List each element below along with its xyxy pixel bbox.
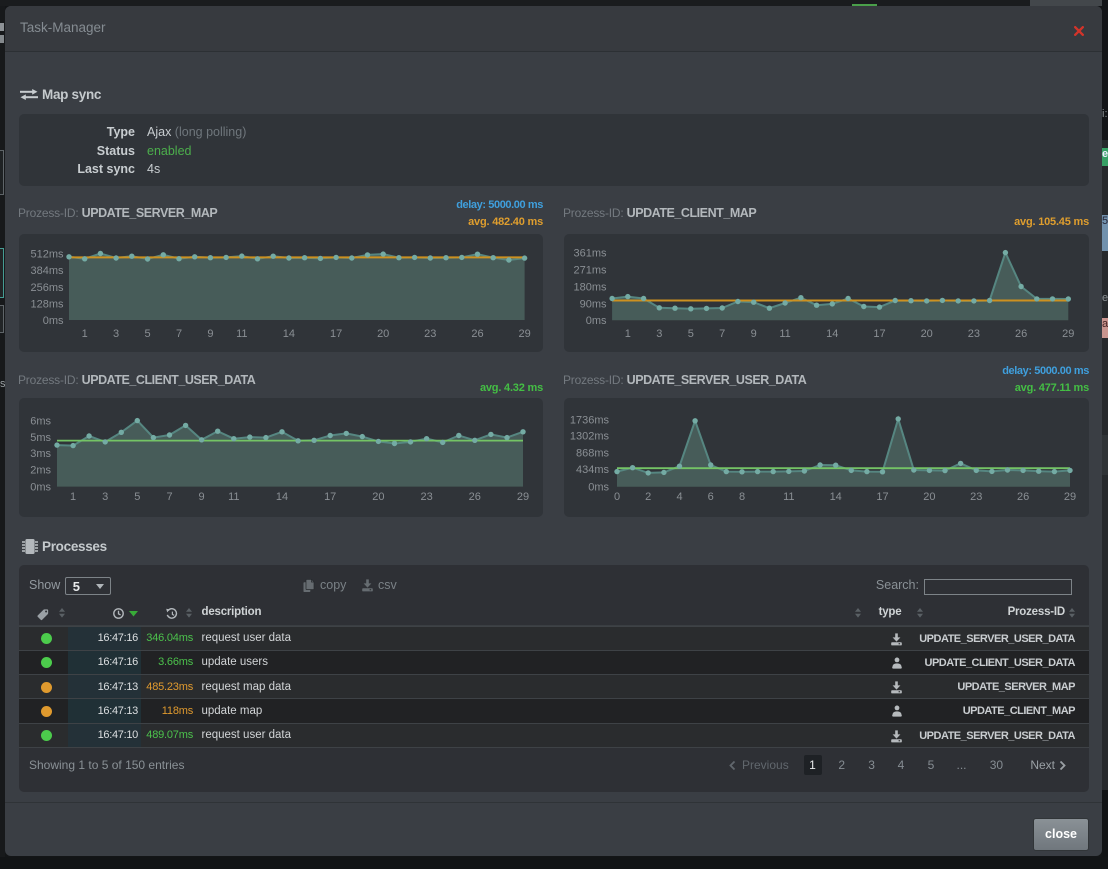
svg-text:1: 1 [70, 491, 76, 503]
svg-text:1302ms: 1302ms [570, 431, 610, 443]
svg-text:29: 29 [518, 328, 530, 340]
svg-text:14: 14 [830, 491, 842, 503]
svg-text:11: 11 [236, 328, 247, 340]
svg-text:20: 20 [923, 491, 935, 503]
svg-text:361ms: 361ms [573, 248, 607, 260]
svg-text:1736ms: 1736ms [570, 414, 610, 426]
svg-text:14: 14 [276, 491, 288, 503]
svg-text:9: 9 [751, 328, 757, 340]
svg-text:17: 17 [330, 328, 342, 340]
svg-text:384ms: 384ms [30, 265, 64, 277]
svg-text:3: 3 [102, 491, 108, 503]
svg-text:23: 23 [970, 491, 982, 503]
svg-text:7: 7 [719, 328, 725, 340]
svg-text:3: 3 [656, 328, 662, 340]
svg-text:128ms: 128ms [30, 298, 64, 310]
svg-text:26: 26 [469, 491, 481, 503]
svg-text:20: 20 [372, 491, 384, 503]
svg-text:23: 23 [424, 328, 436, 340]
svg-text:14: 14 [826, 328, 838, 340]
svg-text:5ms: 5ms [30, 432, 51, 444]
svg-text:29: 29 [1064, 491, 1076, 503]
svg-text:868ms: 868ms [576, 448, 610, 460]
svg-text:23: 23 [968, 328, 980, 340]
svg-text:7: 7 [176, 328, 182, 340]
svg-text:434ms: 434ms [576, 464, 610, 476]
svg-text:11: 11 [783, 491, 794, 503]
svg-text:3: 3 [113, 328, 119, 340]
svg-text:5: 5 [145, 328, 151, 340]
svg-text:512ms: 512ms [30, 249, 64, 261]
svg-text:20: 20 [921, 328, 933, 340]
svg-text:23: 23 [420, 491, 432, 503]
svg-text:1: 1 [82, 328, 88, 340]
svg-text:180ms: 180ms [573, 281, 607, 293]
svg-text:2: 2 [645, 491, 651, 503]
svg-text:9: 9 [207, 328, 213, 340]
svg-text:5: 5 [134, 491, 140, 503]
svg-text:0ms: 0ms [30, 482, 51, 494]
svg-text:29: 29 [517, 491, 529, 503]
svg-text:26: 26 [1015, 328, 1027, 340]
svg-text:1: 1 [625, 328, 631, 340]
svg-text:9: 9 [199, 491, 205, 503]
svg-text:6ms: 6ms [30, 416, 51, 428]
svg-text:26: 26 [471, 328, 483, 340]
svg-text:17: 17 [324, 491, 336, 503]
svg-text:256ms: 256ms [30, 282, 64, 294]
svg-text:20: 20 [377, 328, 389, 340]
svg-text:5: 5 [688, 328, 694, 340]
svg-text:14: 14 [283, 328, 295, 340]
svg-text:8: 8 [739, 491, 745, 503]
svg-text:26: 26 [1017, 491, 1029, 503]
svg-text:2ms: 2ms [30, 464, 51, 476]
svg-text:11: 11 [779, 328, 790, 340]
svg-text:4: 4 [676, 491, 682, 503]
svg-text:0ms: 0ms [43, 315, 64, 327]
svg-text:90ms: 90ms [580, 298, 607, 310]
svg-text:271ms: 271ms [573, 265, 607, 277]
svg-text:29: 29 [1062, 328, 1074, 340]
svg-text:17: 17 [873, 328, 885, 340]
svg-text:6: 6 [708, 491, 714, 503]
svg-text:7: 7 [166, 491, 172, 503]
svg-text:0ms: 0ms [588, 482, 609, 494]
svg-text:17: 17 [876, 491, 888, 503]
svg-text:0: 0 [614, 491, 620, 503]
svg-text:3ms: 3ms [30, 448, 51, 460]
svg-text:0ms: 0ms [586, 315, 607, 327]
svg-text:11: 11 [228, 491, 239, 503]
